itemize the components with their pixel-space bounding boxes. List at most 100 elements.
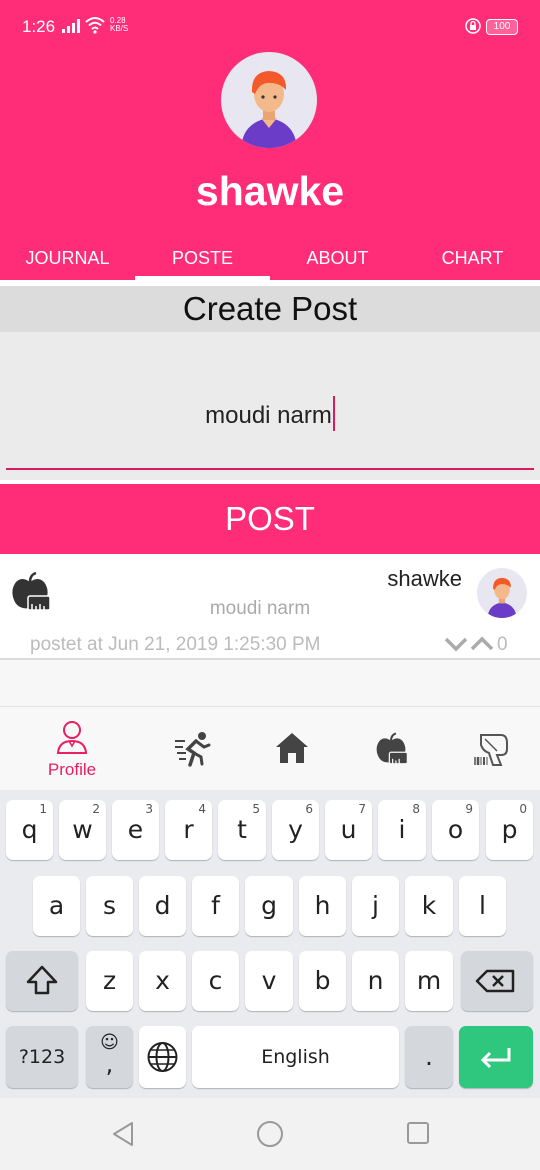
key-y[interactable]: y6 [272,800,319,860]
key-g[interactable]: g [245,876,293,936]
create-post-title: Create Post [0,286,540,332]
input-underline [6,468,534,470]
soft-keyboard: q1 w2 e3 r4 t5 y6 u7 i8 o9 p0 a s d f g … [0,790,540,1098]
battery-indicator: 100 [486,19,518,35]
key-w[interactable]: w2 [59,800,106,860]
key-char: , [105,1050,114,1078]
lock-icon [465,18,481,34]
network-speed: 0.28 KB/S [110,17,128,33]
key-j[interactable]: j [352,876,399,936]
avatar-person-icon [241,71,297,148]
key-e[interactable]: e3 [112,800,159,860]
tab-chart[interactable]: CHART [405,238,540,280]
key-x[interactable]: x [139,951,186,1011]
key-q[interactable]: q1 [6,800,53,860]
apple-scale-icon [376,732,408,765]
key-f[interactable]: f [192,876,239,936]
tab-journal[interactable]: JOURNAL [0,238,135,280]
backspace-key[interactable] [461,951,533,1011]
profile-username: shawke [195,168,345,214]
key-hint: 7 [358,802,366,816]
nav-activity[interactable] [147,707,237,791]
key-char: m [416,966,442,995]
key-b[interactable]: b [299,951,346,1011]
key-c[interactable]: c [192,951,239,1011]
recents-icon[interactable] [406,1121,430,1145]
key-hint: 8 [412,802,420,816]
language-key[interactable] [139,1026,186,1088]
bottom-navigation: Profile [0,706,540,790]
key-o[interactable]: o9 [432,800,479,860]
period-key[interactable]: . [405,1026,453,1088]
post-button[interactable]: POST [0,484,540,554]
key-t[interactable]: t5 [218,800,266,860]
key-char: k [421,891,437,920]
globe-icon [147,1042,178,1072]
key-char: d [154,891,171,920]
key-char: n [367,966,384,995]
list-item [0,660,540,706]
chevron-up-icon[interactable] [470,634,494,654]
key-z[interactable]: z [86,951,133,1011]
key-char: h [314,891,331,920]
runner-icon [175,732,211,767]
key-u[interactable]: u7 [325,800,372,860]
wifi-icon [85,17,105,34]
system-navigation-bar [0,1098,540,1170]
post-input-value[interactable]: moudi narm [205,402,332,429]
key-char: x [155,966,170,995]
nav-scanner[interactable] [445,707,535,791]
key-p[interactable]: p0 [486,800,533,860]
key-a[interactable]: a [33,876,80,936]
key-v[interactable]: v [245,951,293,1011]
nav-profile-label: Profile [47,760,97,779]
key-n[interactable]: n [352,951,399,1011]
key-l[interactable]: l [459,876,506,936]
key-d[interactable]: d [139,876,186,936]
key-k[interactable]: k [405,876,453,936]
profile-header: 1:26 0.28 KB/S 100 shawke JOURNAL POSTE … [0,0,540,280]
text-caret [332,396,335,431]
backspace-icon [475,969,515,993]
speed-unit: KB/S [110,24,129,33]
key-char: c [208,966,223,995]
post-input-value-wrap[interactable]: moudi narm [0,396,540,431]
chevron-down-icon[interactable] [444,634,468,654]
enter-icon [480,1048,511,1069]
home-circle-icon[interactable] [256,1120,284,1148]
space-key[interactable]: English [192,1026,399,1088]
post-feed: shawke moudi narm postet at Jun 21, 2019… [0,554,540,706]
nav-home[interactable] [247,707,337,791]
feed-post-text: moudi narm [209,598,311,619]
nav-nutrition[interactable] [347,707,437,791]
key-char: a [48,891,65,920]
profile-avatar[interactable] [221,52,317,148]
post-input-field[interactable]: moudi narm [0,332,540,480]
key-s[interactable]: s [86,876,133,936]
key-char: g [261,891,277,920]
enter-key[interactable] [459,1026,533,1088]
key-char: v [261,966,277,995]
signal-icon [62,19,80,33]
emoji-comma-key[interactable]: ☺ , [86,1026,133,1088]
key-h[interactable]: h [299,876,346,936]
nav-profile[interactable]: Profile [27,707,117,791]
vote-count: 0 [497,634,508,655]
shift-icon [26,965,58,995]
symbols-key[interactable]: ?123 [6,1026,78,1088]
shift-key[interactable] [6,951,78,1011]
tab-poste[interactable]: POSTE [135,238,270,280]
key-hint: 0 [519,802,527,816]
key-r[interactable]: r4 [165,800,212,860]
key-char: s [102,891,117,920]
key-char: f [211,891,220,920]
key-char: j [372,891,379,920]
feed-post-author: shawke [387,566,462,591]
key-m[interactable]: m [405,951,453,1011]
profile-tabs: JOURNAL POSTE ABOUT CHART [0,238,540,280]
key-hint: 1 [39,802,47,816]
tab-about[interactable]: ABOUT [270,238,405,280]
key-char: ?123 [18,1046,66,1068]
key-i[interactable]: i8 [378,800,426,860]
back-icon[interactable] [110,1120,136,1148]
